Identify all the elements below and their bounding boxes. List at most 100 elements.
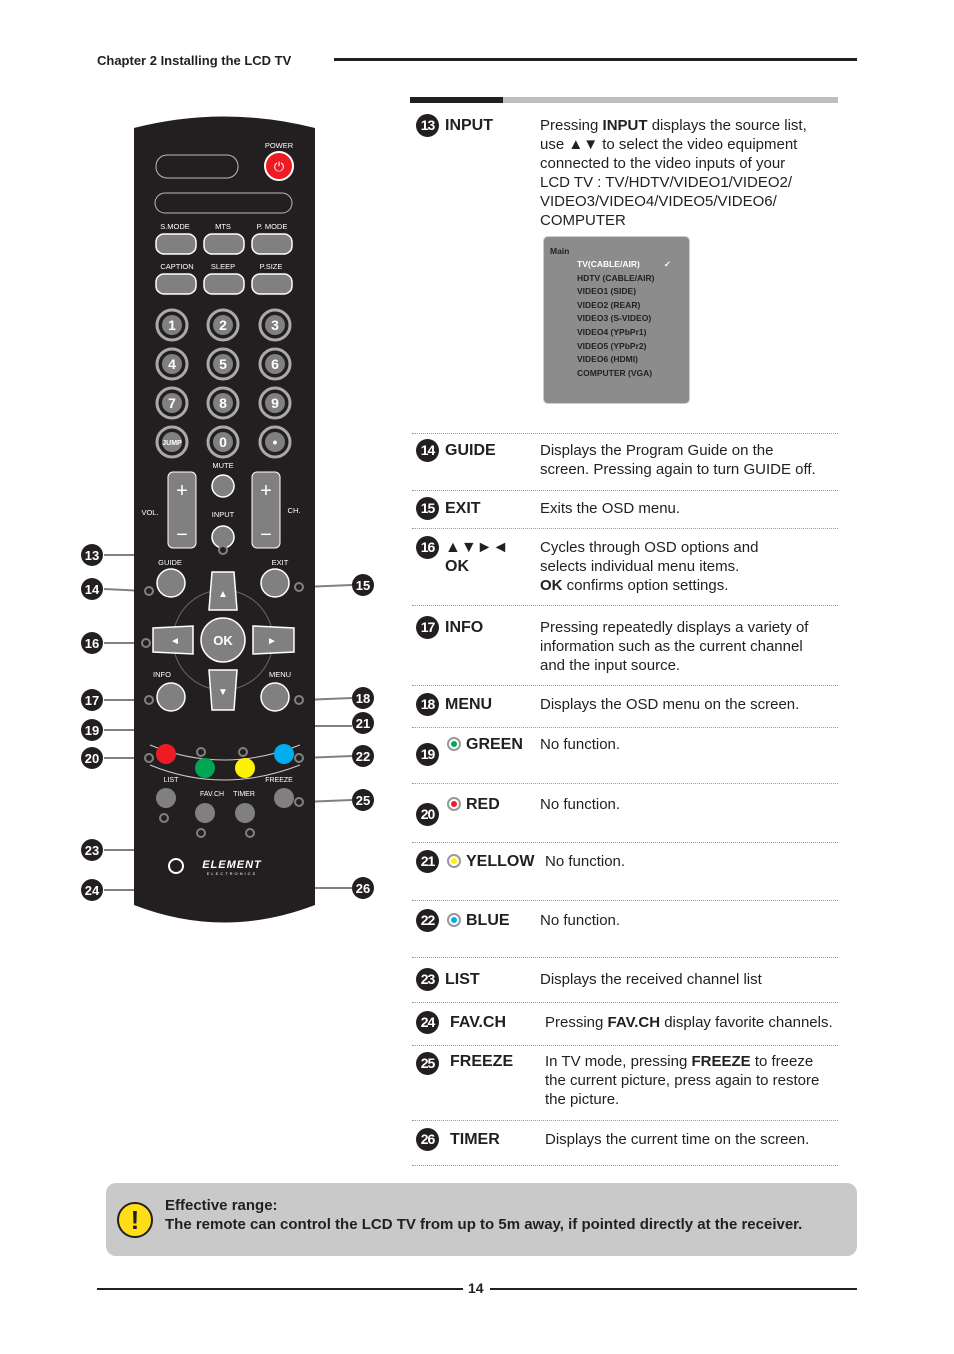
source-option: VIDEO4 (YPbPr1)	[577, 326, 647, 337]
row-divider	[412, 528, 838, 529]
guide-button[interactable]	[156, 568, 186, 598]
yellow-button[interactable]	[235, 758, 255, 778]
row-divider	[412, 1120, 838, 1121]
description-text: to freeze	[750, 1053, 814, 1070]
minus-icon: −	[176, 524, 188, 546]
svg-text:P.SIZE: P.SIZE	[260, 262, 283, 271]
item-number-badge: 19	[416, 743, 439, 766]
color-dot-icon	[447, 854, 461, 868]
description-text: selects individual menu items.	[540, 558, 740, 575]
item-description: In TV mode, pressing FREEZE to freeze the…	[545, 1052, 845, 1109]
left-arrow-icon: ◄	[170, 636, 180, 647]
freeze-button[interactable]	[274, 788, 294, 808]
callout-number: 22	[356, 749, 370, 764]
item-description: Displays the Program Guide on the screen.…	[540, 441, 840, 479]
input-button[interactable]	[211, 525, 235, 549]
mute-button[interactable]	[211, 474, 235, 498]
power-label: POWER	[265, 141, 294, 150]
favch-button[interactable]	[195, 803, 215, 823]
description-text: information such as the current channel	[540, 638, 803, 655]
callout-number: 18	[356, 691, 370, 706]
item-title-text: FREEZE	[450, 1053, 514, 1070]
description-text: No function.	[540, 912, 621, 929]
description-text: FREEZE	[691, 1053, 751, 1070]
power-icon: ⏻	[274, 159, 284, 174]
mts-button[interactable]	[203, 233, 245, 255]
description-text: the current picture, press again to rest…	[545, 1072, 820, 1089]
keypad-label: 8	[219, 395, 227, 411]
item-number-badge: 14	[416, 439, 439, 462]
description-text: COMPUTER	[540, 212, 626, 229]
blue-button[interactable]	[274, 744, 294, 764]
description-text: In TV mode, pressing	[545, 1053, 692, 1070]
notice-title: Effective range:	[165, 1197, 278, 1214]
item-number-badge: 26	[416, 1128, 439, 1151]
item-description: Cycles through OSD options and selects in…	[540, 538, 840, 595]
item-title-text: LIST	[445, 971, 480, 988]
svg-text:SLEEP: SLEEP	[211, 262, 235, 271]
keypad-label: JUMP	[162, 440, 182, 447]
item-number-badge: 21	[416, 850, 439, 873]
row-divider	[412, 957, 838, 958]
pmode-button[interactable]	[251, 233, 293, 255]
minus-icon: −	[260, 524, 272, 546]
item-title: INFO	[445, 618, 483, 637]
red-button[interactable]	[156, 744, 176, 764]
description-text: No function.	[540, 736, 621, 753]
item-title: FREEZE	[450, 1052, 513, 1071]
description-text: display favorite channels.	[660, 1014, 833, 1031]
item-title-text: MENU	[445, 696, 493, 713]
timer-button[interactable]	[235, 803, 255, 823]
color-dot-icon	[447, 737, 461, 751]
green-button[interactable]	[195, 758, 215, 778]
item-description: No function.	[545, 852, 845, 871]
item-title-text: ▲▼►◄	[445, 539, 509, 556]
source-option: TV(CABLE/AIR) ✓	[577, 259, 671, 269]
footer-rule-right	[490, 1288, 857, 1290]
keypad-label: 3	[271, 317, 279, 333]
item-title-text: INPUT	[445, 117, 493, 134]
menu-button[interactable]	[260, 682, 290, 712]
info-button[interactable]	[156, 682, 186, 712]
row-divider	[412, 783, 838, 784]
list-button[interactable]	[156, 788, 176, 808]
item-title-text: INFO	[445, 619, 484, 636]
callout-number: 26	[356, 881, 370, 896]
callout-number: 15	[356, 578, 370, 593]
item-number-badge: 25	[416, 1052, 439, 1075]
svg-text:TIMER: TIMER	[233, 791, 255, 798]
callout-number: 25	[356, 793, 370, 808]
item-title-text: EXIT	[445, 500, 481, 517]
item-description: Pressing INPUT displays the source list,…	[540, 116, 840, 230]
row-divider	[412, 900, 838, 901]
smode-button[interactable]	[155, 233, 197, 255]
description-text: Pressing	[545, 1014, 608, 1031]
svg-text:INPUT: INPUT	[212, 510, 235, 519]
svg-text:CAPTION: CAPTION	[160, 262, 193, 271]
svg-text:GUIDE: GUIDE	[158, 558, 182, 567]
item-number-badge: 15	[416, 497, 439, 520]
section-bar	[410, 97, 503, 103]
sleep-button[interactable]	[203, 273, 245, 295]
callout-number: 20	[85, 751, 99, 766]
description-text: Displays the current time on the screen.	[545, 1131, 810, 1148]
item-number-badge: 18	[416, 693, 439, 716]
callout-number: 13	[85, 548, 99, 563]
source-list-screenshot: Main TV(CABLE/AIR) ✓ HDTV (CABLE/AIR) VIDEO…	[543, 236, 690, 404]
item-title: GREEN	[447, 735, 523, 754]
item-title: RED	[447, 795, 500, 814]
plus-icon: +	[260, 480, 272, 502]
svg-text:MENU: MENU	[269, 670, 291, 679]
psize-button[interactable]	[251, 273, 293, 295]
svg-text:P. MODE: P. MODE	[257, 222, 288, 231]
description-text: Displays the Program Guide on the	[540, 442, 774, 459]
item-title: GUIDE	[445, 441, 496, 460]
keypad-label: 4	[168, 356, 176, 372]
footer-rule-left	[97, 1288, 463, 1290]
caption-button[interactable]	[155, 273, 197, 295]
item-description: Exits the OSD menu.	[540, 499, 840, 518]
exit-button[interactable]	[260, 568, 290, 598]
item-title-text: RED	[466, 796, 500, 813]
callout-number: 17	[85, 693, 99, 708]
svg-text:MTS: MTS	[215, 222, 231, 231]
